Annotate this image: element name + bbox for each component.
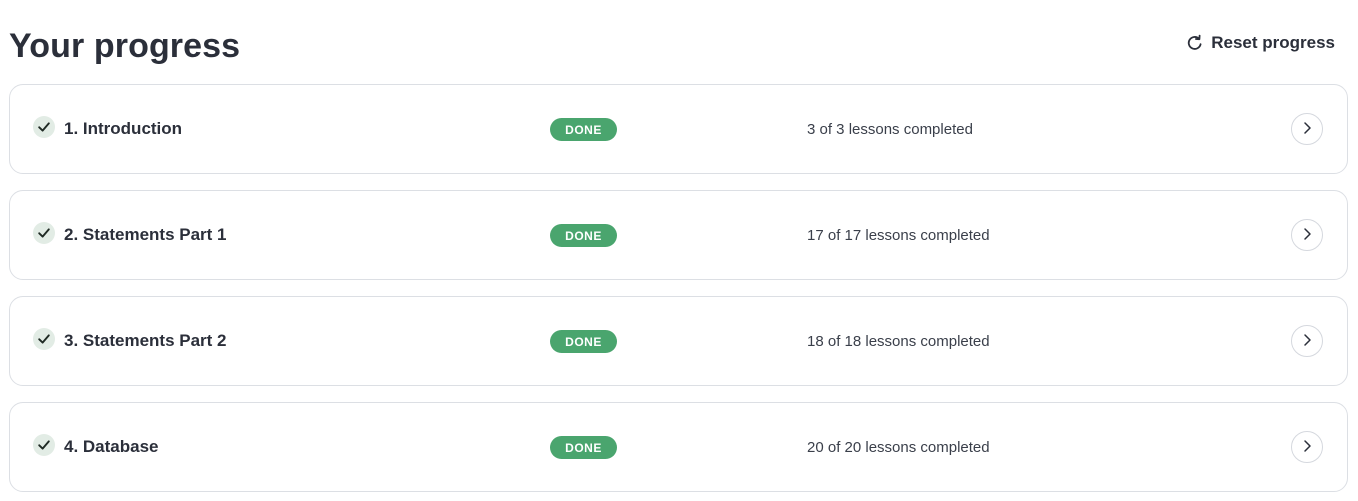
module-card[interactable]: 2. Statements Part 1 DONE 17 of 17 lesso…	[9, 190, 1348, 280]
checkmark-icon	[33, 116, 55, 138]
status-badge: DONE	[550, 330, 617, 353]
open-module-button[interactable]	[1291, 219, 1323, 251]
progress-header: Your progress Reset progress	[9, 22, 1358, 70]
module-title: 3. Statements Part 2	[64, 331, 227, 350]
status-badge: DONE	[550, 436, 617, 459]
chevron-right-icon	[1302, 439, 1312, 456]
open-module-button[interactable]	[1291, 325, 1323, 357]
chevron-right-icon	[1302, 333, 1312, 350]
open-module-button[interactable]	[1291, 113, 1323, 145]
progress-page: Your progress Reset progress 1. Introduc…	[0, 0, 1358, 501]
module-card[interactable]: 1. Introduction DONE 3 of 3 lessons comp…	[9, 84, 1348, 174]
lessons-completed-text: 3 of 3 lessons completed	[807, 121, 973, 138]
checkmark-icon	[33, 328, 55, 350]
lessons-completed-text: 18 of 18 lessons completed	[807, 333, 990, 350]
status-badge: DONE	[550, 224, 617, 247]
refresh-icon	[1186, 34, 1204, 52]
lessons-completed-text: 20 of 20 lessons completed	[807, 439, 990, 456]
module-list: 1. Introduction DONE 3 of 3 lessons comp…	[9, 84, 1348, 501]
reset-progress-button[interactable]: Reset progress	[1186, 31, 1335, 55]
status-badge: DONE	[550, 118, 617, 141]
reset-progress-label: Reset progress	[1211, 33, 1335, 52]
module-title: 4. Database	[64, 437, 159, 456]
checkmark-icon	[33, 434, 55, 456]
chevron-right-icon	[1302, 227, 1312, 244]
checkmark-icon	[33, 222, 55, 244]
module-title: 2. Statements Part 1	[64, 225, 227, 244]
module-card[interactable]: 4. Database DONE 20 of 20 lessons comple…	[9, 402, 1348, 492]
page-title: Your progress	[9, 27, 241, 65]
module-card[interactable]: 3. Statements Part 2 DONE 18 of 18 lesso…	[9, 296, 1348, 386]
open-module-button[interactable]	[1291, 431, 1323, 463]
lessons-completed-text: 17 of 17 lessons completed	[807, 227, 990, 244]
module-title: 1. Introduction	[64, 119, 183, 138]
chevron-right-icon	[1302, 121, 1312, 138]
